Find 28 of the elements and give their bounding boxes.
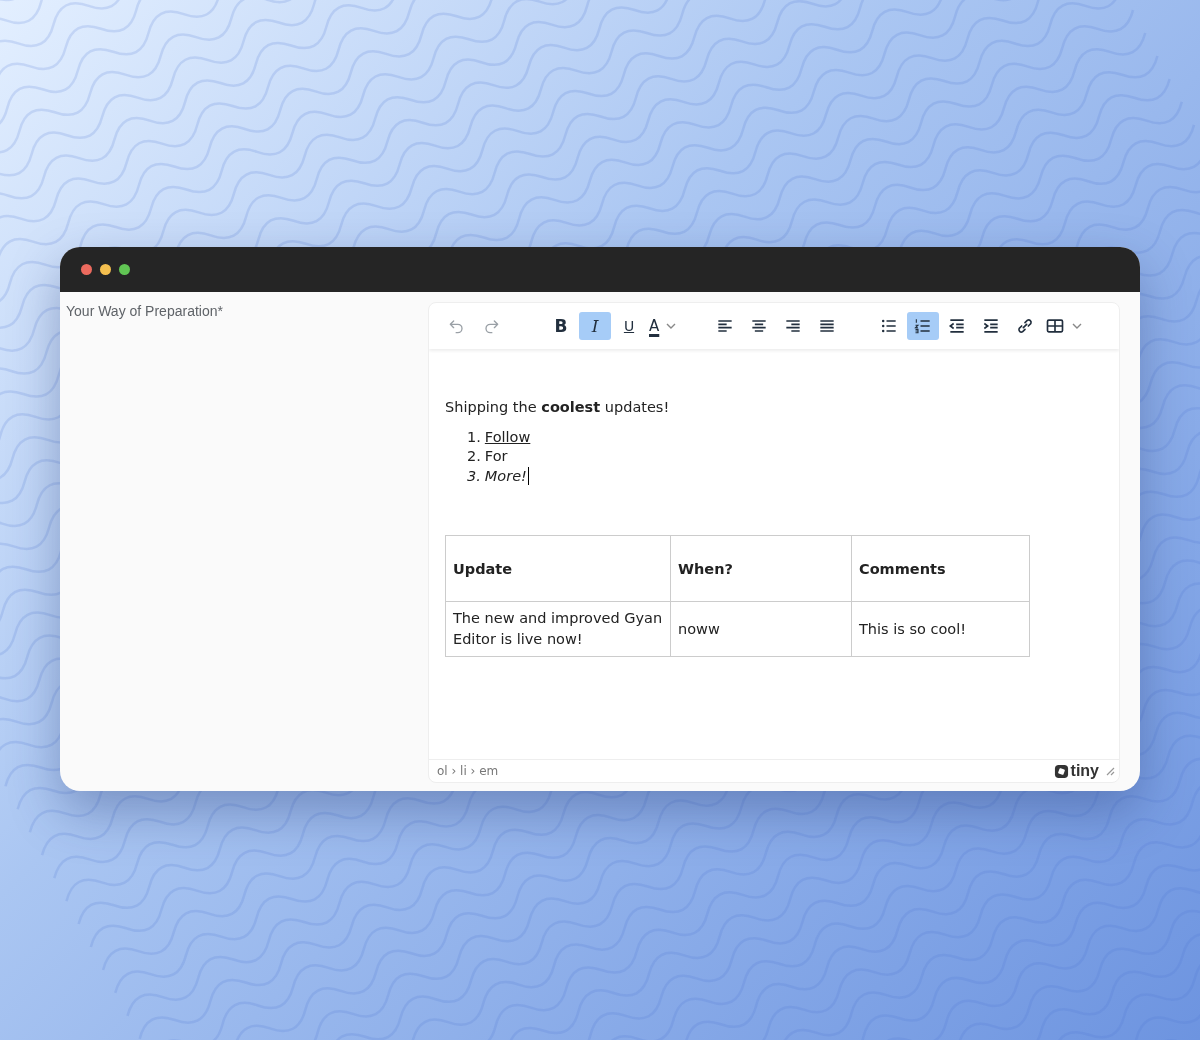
- text-color-button[interactable]: A: [647, 312, 680, 340]
- resize-handle-icon[interactable]: [1105, 766, 1115, 776]
- minimize-button[interactable]: [100, 264, 111, 275]
- brand-name[interactable]: tiny: [1070, 762, 1099, 780]
- table-cell: noww: [670, 601, 852, 657]
- list-item: More!: [484, 468, 527, 484]
- list-number: 3.: [467, 468, 481, 484]
- table-icon: [1045, 316, 1066, 336]
- maximize-button[interactable]: [119, 264, 130, 275]
- list-item: For: [484, 448, 508, 464]
- table-cell: This is so cool!: [851, 601, 1030, 657]
- rich-text-editor[interactable]: B I U A Shipping the coolest updates! 1. Follow 2. For 3. More! Update When? Comments The new and improved Gyan Editor is live now! noww This is so cool! ol › li › em tiny: [428, 302, 1120, 783]
- logo-icon: [1053, 763, 1069, 779]
- list-item: Follow: [484, 429, 531, 445]
- field-label: Your Way of Preparation*: [66, 303, 223, 319]
- table-header-cell: When?: [670, 535, 852, 602]
- element-path[interactable]: ol › li › em: [437, 764, 499, 778]
- list-number: 2.: [467, 448, 481, 464]
- italic-button[interactable]: I: [579, 312, 611, 340]
- numbered-list-button[interactable]: [907, 312, 940, 340]
- bold-button[interactable]: B: [545, 312, 577, 340]
- list-number: 1.: [467, 429, 481, 445]
- table-header-cell: Comments: [851, 535, 1030, 602]
- table-header-cell: Update: [445, 535, 671, 602]
- close-button[interactable]: [81, 264, 92, 275]
- underline-button[interactable]: U: [613, 312, 645, 340]
- table-cell: The new and improved Gyan Editor is live now!: [445, 601, 671, 657]
- paragraph: Shipping the coolest updates!: [445, 399, 671, 415]
